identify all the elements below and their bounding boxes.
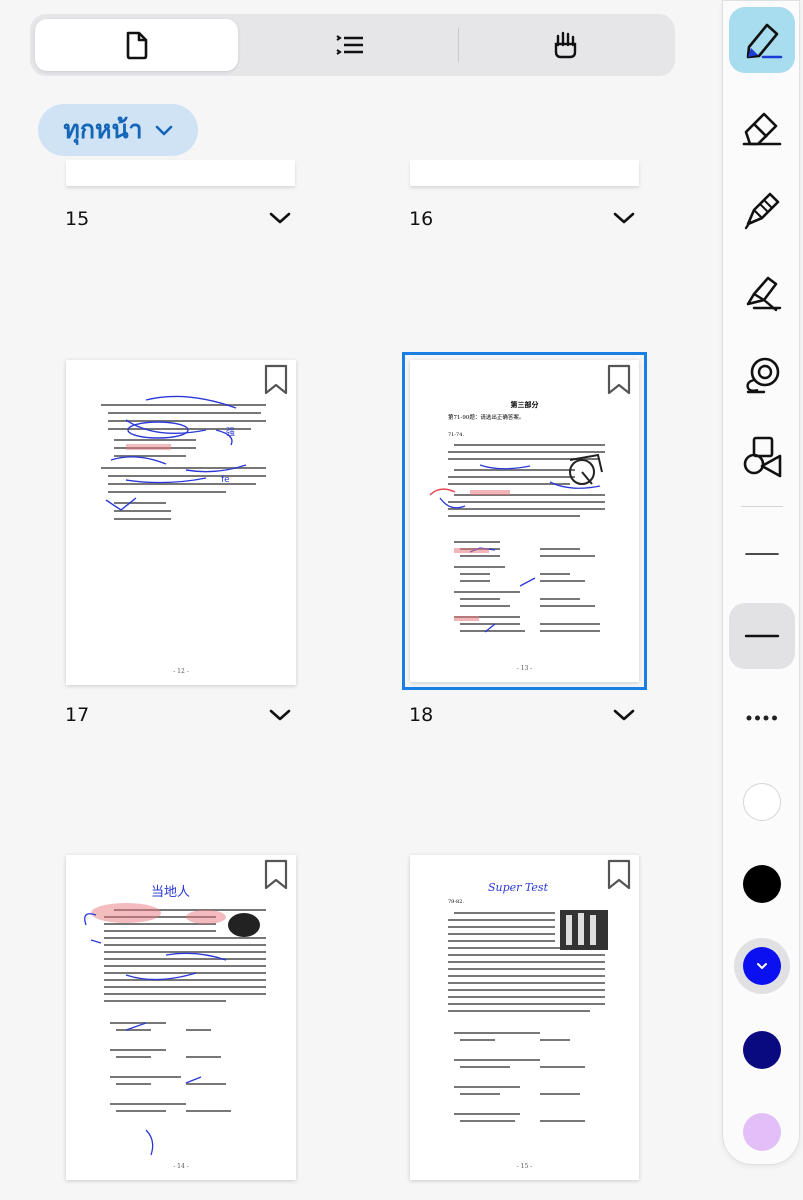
page-thumbnail-19[interactable]: 当地人 - 14 -	[66, 855, 296, 1180]
page-number-18: 18	[409, 704, 434, 726]
page-footer: - 14 -	[173, 1163, 189, 1170]
annotation-toolbar	[722, 0, 800, 1165]
lasso-icon	[746, 357, 780, 394]
outline-list-icon	[336, 35, 363, 55]
page-filter-label: ทุกหน้า	[63, 115, 143, 144]
medium-stroke-icon	[744, 634, 780, 638]
more-icon	[746, 715, 777, 721]
color-swatch-lavender[interactable]	[743, 1113, 781, 1151]
tab-hand[interactable]	[462, 19, 670, 71]
page-content-preview: 强 fe	[101, 395, 266, 520]
shapes-tool[interactable]	[729, 423, 795, 489]
page-footer: - 12 -	[173, 668, 189, 675]
more-options-button[interactable]	[729, 685, 795, 751]
page-icon	[126, 31, 147, 60]
page-options-chevron-icon[interactable]	[269, 708, 291, 722]
page-footer: - 13 -	[516, 665, 533, 672]
bookmark-icon[interactable]	[606, 858, 632, 891]
page-footer: - 15 -	[516, 1163, 533, 1170]
pen-tool[interactable]	[729, 7, 795, 73]
page-content-preview	[429, 444, 605, 633]
view-mode-selector	[30, 14, 675, 76]
page-number-15: 15	[65, 208, 90, 230]
chevron-down-icon	[757, 963, 767, 969]
page-options-chevron-icon[interactable]	[269, 211, 291, 225]
color-swatch-white[interactable]	[743, 783, 781, 821]
bookmark-icon[interactable]	[263, 858, 289, 891]
page-content-preview	[84, 903, 266, 1156]
hand-icon	[554, 31, 577, 59]
page-thumbnail-18[interactable]: 第三部分 第71-90题：请选出正确答案。 71-74. - 13 -	[402, 352, 647, 690]
color-swatch-black[interactable]	[743, 865, 781, 903]
svg-text:强: 强	[226, 427, 235, 438]
page-options-chevron-icon[interactable]	[613, 211, 635, 225]
highlighter-icon	[746, 276, 782, 312]
pencil-icon	[744, 192, 780, 230]
svg-text:fe: fe	[221, 475, 230, 485]
page-thumbnail-15[interactable]	[66, 160, 295, 186]
color-swatch-blue[interactable]	[743, 947, 781, 985]
tab-outline[interactable]	[245, 19, 455, 71]
page-thumbnail-20[interactable]: Super Test 79-82. - 15 -	[410, 855, 639, 1180]
bookmark-icon[interactable]	[606, 363, 632, 396]
bookmark-icon[interactable]	[263, 363, 289, 396]
shapes-icon	[743, 436, 782, 478]
chevron-down-icon	[155, 125, 172, 136]
thin-stroke-icon	[745, 553, 779, 555]
pen-icon	[746, 23, 783, 59]
color-swatch-blue-selected[interactable]	[734, 938, 790, 994]
page-thumbnail-17[interactable]: 强 fe - 12 -	[66, 360, 296, 685]
lasso-tool[interactable]	[729, 341, 795, 407]
eraser-tool[interactable]	[729, 93, 795, 159]
tab-pages[interactable]	[35, 19, 238, 71]
page-number-17: 17	[65, 704, 90, 726]
toolbar-divider	[741, 506, 783, 507]
eraser-icon	[742, 112, 782, 146]
page-number-16: 16	[409, 208, 434, 230]
page-filter-dropdown[interactable]: ทุกหน้า	[38, 104, 198, 156]
highlighter-tool[interactable]	[729, 259, 795, 325]
color-swatch-navy[interactable]	[743, 1031, 781, 1069]
page-thumbnail-16[interactable]	[410, 160, 639, 186]
page-navigator-panel: ทุกหน้า 15 16 强 fe - 12 - 17 第三部分 第71-90…	[0, 0, 706, 1200]
medium-stroke-option[interactable]	[729, 603, 795, 669]
thin-stroke-option[interactable]	[729, 521, 795, 587]
page-options-chevron-icon[interactable]	[613, 708, 635, 722]
page-content-preview	[448, 910, 608, 1122]
segment-divider	[458, 28, 459, 62]
pencil-tool[interactable]	[729, 177, 795, 243]
